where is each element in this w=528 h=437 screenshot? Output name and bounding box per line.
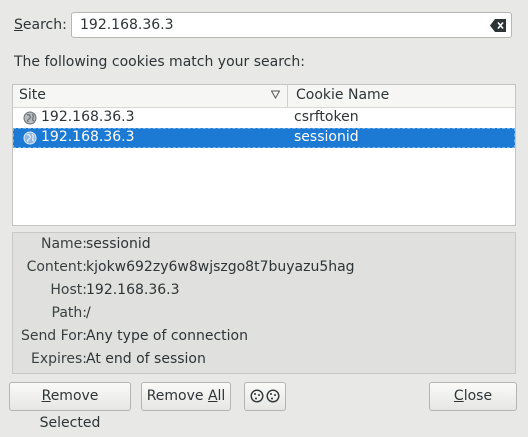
detail-value: sessionid <box>86 236 151 252</box>
detail-value: kjokw692zy6w8wjszgo8t7buyazu5hag <box>86 259 355 275</box>
detail-label: Content: <box>26 259 87 275</box>
search-input-value[interactable]: 192.168.36.3 <box>80 17 174 33</box>
detail-row-name: Name: sessionid <box>13 235 515 257</box>
column-header-cookie-name[interactable]: Cookie Name <box>288 85 515 107</box>
clear-icon[interactable] <box>490 19 506 32</box>
column-header-site[interactable]: Site <box>13 85 288 107</box>
detail-label: Send For: <box>20 328 87 344</box>
close-button[interactable]: Close <box>429 382 517 411</box>
detail-row-send-for: Send For: Any type of connection <box>13 327 515 349</box>
detail-label: Name: <box>40 236 87 252</box>
intro-text: The following cookies match your search: <box>14 54 305 70</box>
sort-descending-icon <box>271 90 280 99</box>
detail-label: Expires: <box>31 351 87 367</box>
column-header-site-label: Site <box>19 87 46 103</box>
cookie-exceptions-button[interactable] <box>244 382 286 411</box>
list-row-cookie-name: sessionid <box>294 129 359 145</box>
list-row-site: 192.168.36.3 <box>41 129 135 145</box>
remove-selected-button[interactable]: Remove Selected <box>9 382 131 431</box>
detail-label: Host: <box>50 282 87 298</box>
detail-value: / <box>86 305 91 321</box>
list-row[interactable]: 192.168.36.3 csrftoken <box>13 108 515 128</box>
detail-value: 192.168.36.3 <box>86 282 180 298</box>
list-row-site: 192.168.36.3 <box>41 109 135 125</box>
cookie-details: Name: sessionid Content: kjokw692zy6w8wj… <box>12 232 516 374</box>
cookie-icon <box>266 389 280 403</box>
globe-icon <box>23 131 37 145</box>
search-row: Search: 192.168.36.3 <box>14 12 514 40</box>
list-header: Site Cookie Name <box>13 85 515 108</box>
detail-label: Path: <box>51 305 87 321</box>
cookie-list[interactable]: Site Cookie Name 192.168.36.3 csrftoken … <box>12 84 516 226</box>
cookie-icon <box>250 389 264 403</box>
remove-all-button[interactable]: Remove All <box>141 382 231 411</box>
detail-row-host: Host: 192.168.36.3 <box>13 281 515 303</box>
detail-row-expires: Expires: At end of session <box>13 350 515 372</box>
detail-value: At end of session <box>86 351 206 367</box>
search-label: Search: <box>14 17 67 33</box>
column-header-cookie-name-label: Cookie Name <box>296 87 390 103</box>
detail-row-path: Path: / <box>13 304 515 326</box>
list-row-selected[interactable]: 192.168.36.3 sessionid <box>13 128 515 148</box>
list-row-cookie-name: csrftoken <box>294 109 359 125</box>
detail-row-content: Content: kjokw692zy6w8wjszgo8t7buyazu5ha… <box>13 258 515 280</box>
detail-value: Any type of connection <box>86 328 248 344</box>
search-input[interactable]: 192.168.36.3 <box>71 12 512 38</box>
globe-icon <box>23 111 37 125</box>
